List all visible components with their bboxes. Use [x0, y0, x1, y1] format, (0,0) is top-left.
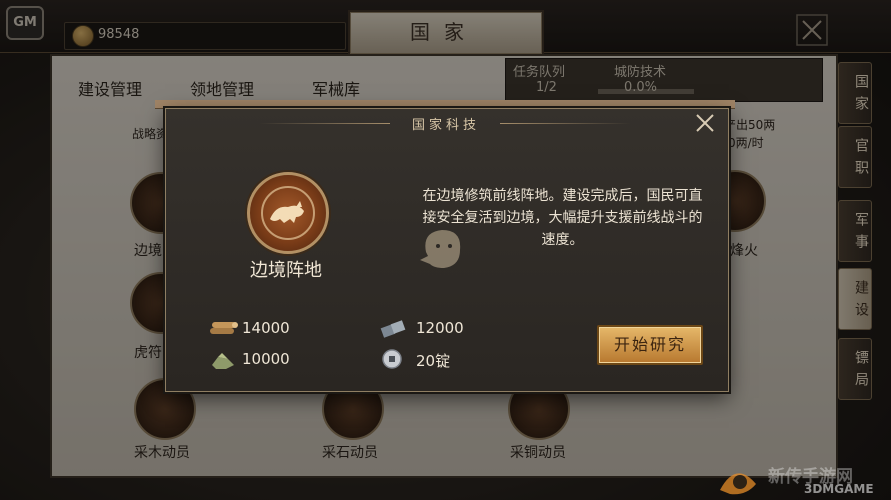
close-icon[interactable]	[694, 112, 716, 134]
watermark-brand: 3DMGAME	[804, 482, 874, 496]
dialog-title: 国家科技	[411, 118, 480, 133]
start-research-button[interactable]: 开始研究	[597, 325, 703, 365]
tech-description: 在边境修筑前线阵地。建设完成后，国民可直接安全复活到边境，大幅提升支援前线战斗的…	[422, 188, 703, 248]
silver-icon	[382, 349, 402, 369]
stone-icon	[212, 353, 234, 369]
silver-cost: 20锭	[416, 352, 451, 370]
wood-cost: 14000	[242, 319, 290, 337]
stone-cost: 10000	[242, 350, 290, 368]
iron-cost: 12000	[416, 319, 464, 337]
tech-icon	[247, 172, 329, 254]
tech-name: 边境阵地	[250, 260, 322, 281]
iron-icon	[380, 320, 406, 338]
tiger-emblem-icon	[261, 186, 315, 240]
wood-icon	[210, 322, 238, 334]
